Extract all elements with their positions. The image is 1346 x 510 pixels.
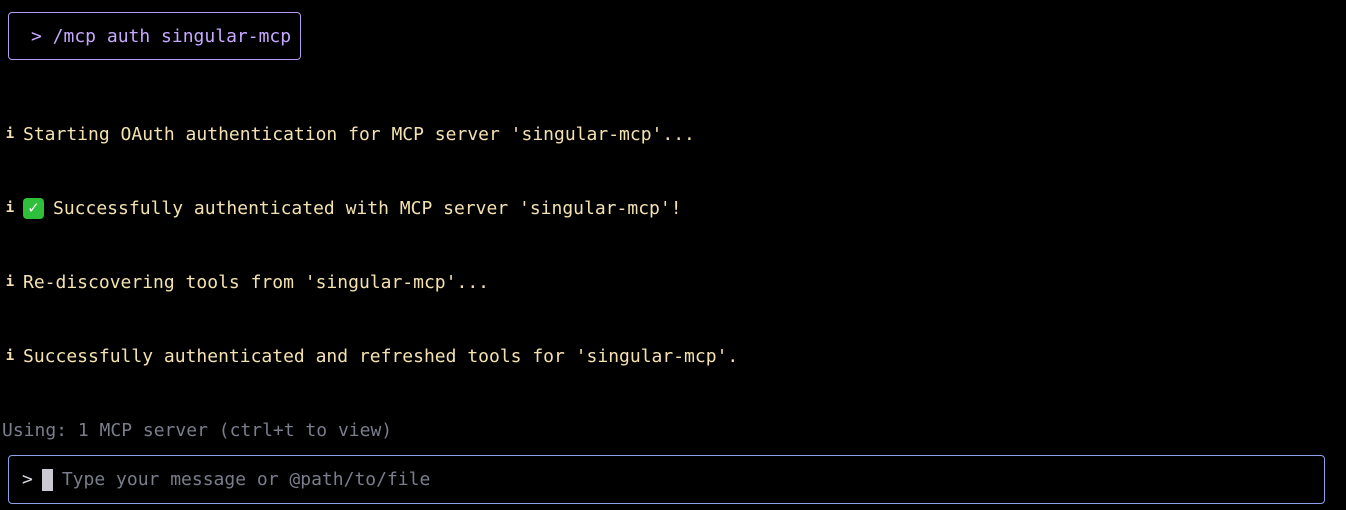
log-line-oauth-start: i Starting OAuth authentication for MCP … <box>4 122 695 146</box>
info-icon: i <box>5 200 15 216</box>
log-line-refreshed: i Successfully authenticated and refresh… <box>4 344 738 368</box>
mcp-status-line: Using: 1 MCP server (ctrl+t to view) <box>2 418 392 442</box>
info-icon: i <box>5 126 15 142</box>
log-text: Successfully authenticated and refreshed… <box>23 345 739 367</box>
info-icon: i <box>5 274 15 290</box>
message-input[interactable] <box>61 469 1324 490</box>
command-history-box: > /mcp auth singular-mcp <box>8 12 301 60</box>
log-text: Re-discovering tools from 'singular-mcp'… <box>23 271 489 293</box>
prompt-icon: > <box>22 469 33 490</box>
log-line-auth-success: i ✓ Successfully authenticated with MCP … <box>4 196 682 220</box>
log-text: Starting OAuth authentication for MCP se… <box>23 123 695 145</box>
info-icon: i <box>5 348 15 364</box>
message-input-box[interactable]: > <box>8 455 1325 504</box>
log-text: Successfully authenticated with MCP serv… <box>53 197 682 219</box>
check-mark-icon: ✓ <box>23 197 44 219</box>
text-cursor <box>41 468 53 491</box>
log-line-rediscovering: i Re-discovering tools from 'singular-mc… <box>4 270 489 294</box>
command-text: > /mcp auth singular-mcp <box>31 25 292 47</box>
status-text: Using: 1 MCP server (ctrl+t to view) <box>2 419 393 441</box>
